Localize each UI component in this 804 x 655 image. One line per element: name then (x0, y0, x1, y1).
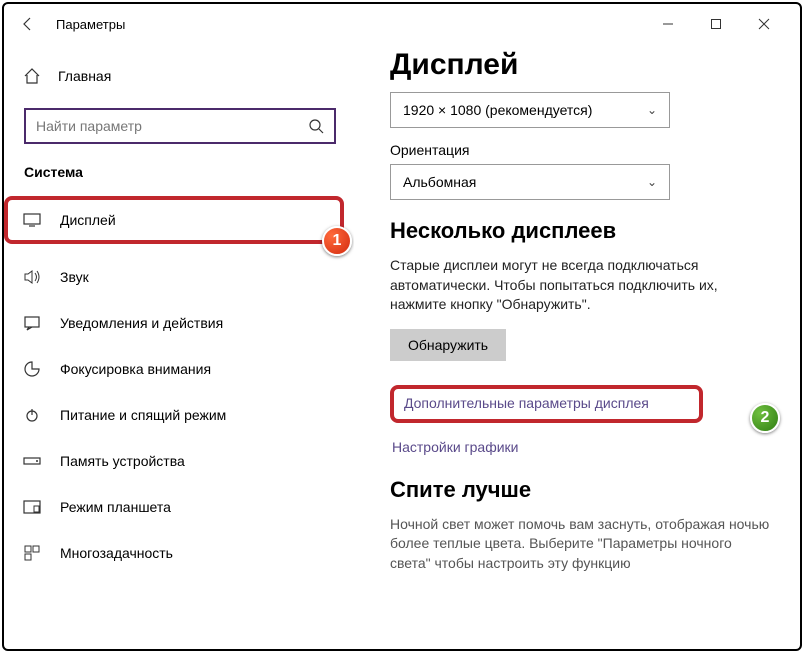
sidebar-item-label: Дисплей (60, 212, 116, 228)
orientation-label: Ориентация (390, 142, 776, 158)
chevron-down-icon: ⌄ (647, 103, 657, 117)
maximize-button[interactable] (704, 12, 728, 36)
category-title: Система (4, 164, 354, 192)
resolution-dropdown[interactable]: 1920 × 1080 (рекомендуется) ⌄ (390, 92, 670, 128)
tablet-icon (22, 500, 42, 514)
resolution-value: 1920 × 1080 (рекомендуется) (403, 102, 592, 118)
content-pane: Дисплей 1920 × 1080 (рекомендуется) ⌄ Ор… (354, 44, 800, 649)
detect-button[interactable]: Обнаружить (390, 329, 506, 361)
sidebar-item-display[interactable]: Дисплей (4, 196, 344, 244)
storage-icon (22, 455, 42, 467)
window-title: Параметры (56, 17, 125, 32)
sidebar-item-label: Звук (60, 269, 89, 285)
sidebar-item-label: Режим планшета (60, 499, 171, 515)
multitask-icon (22, 545, 42, 561)
sound-icon (22, 269, 42, 285)
search-input[interactable] (36, 118, 308, 134)
home-link[interactable]: Главная (4, 56, 354, 96)
sidebar-item-tablet[interactable]: Режим планшета (4, 484, 354, 530)
multi-displays-heading: Несколько дисплеев (390, 218, 776, 244)
back-button[interactable] (12, 8, 44, 40)
minimize-button[interactable] (656, 12, 680, 36)
sidebar-item-notifications[interactable]: Уведомления и действия (4, 300, 354, 346)
sidebar-item-label: Уведомления и действия (60, 315, 223, 331)
annotation-badge-2: 2 (750, 403, 780, 433)
annotation-badge-1: 1 (322, 226, 352, 256)
sidebar: Главная Система Дисплей 1 Звук Уведом (4, 44, 354, 649)
orientation-value: Альбомная (403, 174, 476, 190)
chevron-down-icon: ⌄ (647, 175, 657, 189)
advanced-display-link[interactable]: Дополнительные параметры дисплея (404, 395, 649, 411)
display-icon (22, 213, 42, 227)
search-input-wrap[interactable] (24, 108, 336, 144)
sidebar-item-power[interactable]: Питание и спящий режим (4, 392, 354, 438)
page-title: Дисплей (390, 48, 776, 82)
sidebar-item-storage[interactable]: Память устройства (4, 438, 354, 484)
home-icon (22, 67, 42, 85)
search-icon (308, 118, 324, 134)
sidebar-item-sound[interactable]: Звук (4, 254, 354, 300)
sidebar-item-label: Многозадачность (60, 545, 173, 561)
titlebar: Параметры (4, 4, 800, 44)
sidebar-item-label: Фокусировка внимания (60, 361, 211, 377)
sidebar-item-label: Питание и спящий режим (60, 407, 226, 423)
graphics-settings-link[interactable]: Настройки графики (390, 439, 776, 455)
sidebar-item-focus[interactable]: Фокусировка внимания (4, 346, 354, 392)
notification-icon (22, 315, 42, 331)
close-button[interactable] (752, 12, 776, 36)
sidebar-item-multitasking[interactable]: Многозадачность (4, 530, 354, 576)
sleep-better-desc: Ночной свет может помочь вам заснуть, от… (390, 515, 776, 574)
sidebar-item-label: Память устройства (60, 453, 185, 469)
sleep-better-heading: Спите лучше (390, 477, 776, 503)
orientation-dropdown[interactable]: Альбомная ⌄ (390, 164, 670, 200)
multi-displays-desc: Старые дисплеи могут не всегда подключат… (390, 256, 776, 315)
home-label: Главная (58, 68, 111, 84)
power-icon (22, 407, 42, 423)
focus-icon (22, 360, 42, 378)
